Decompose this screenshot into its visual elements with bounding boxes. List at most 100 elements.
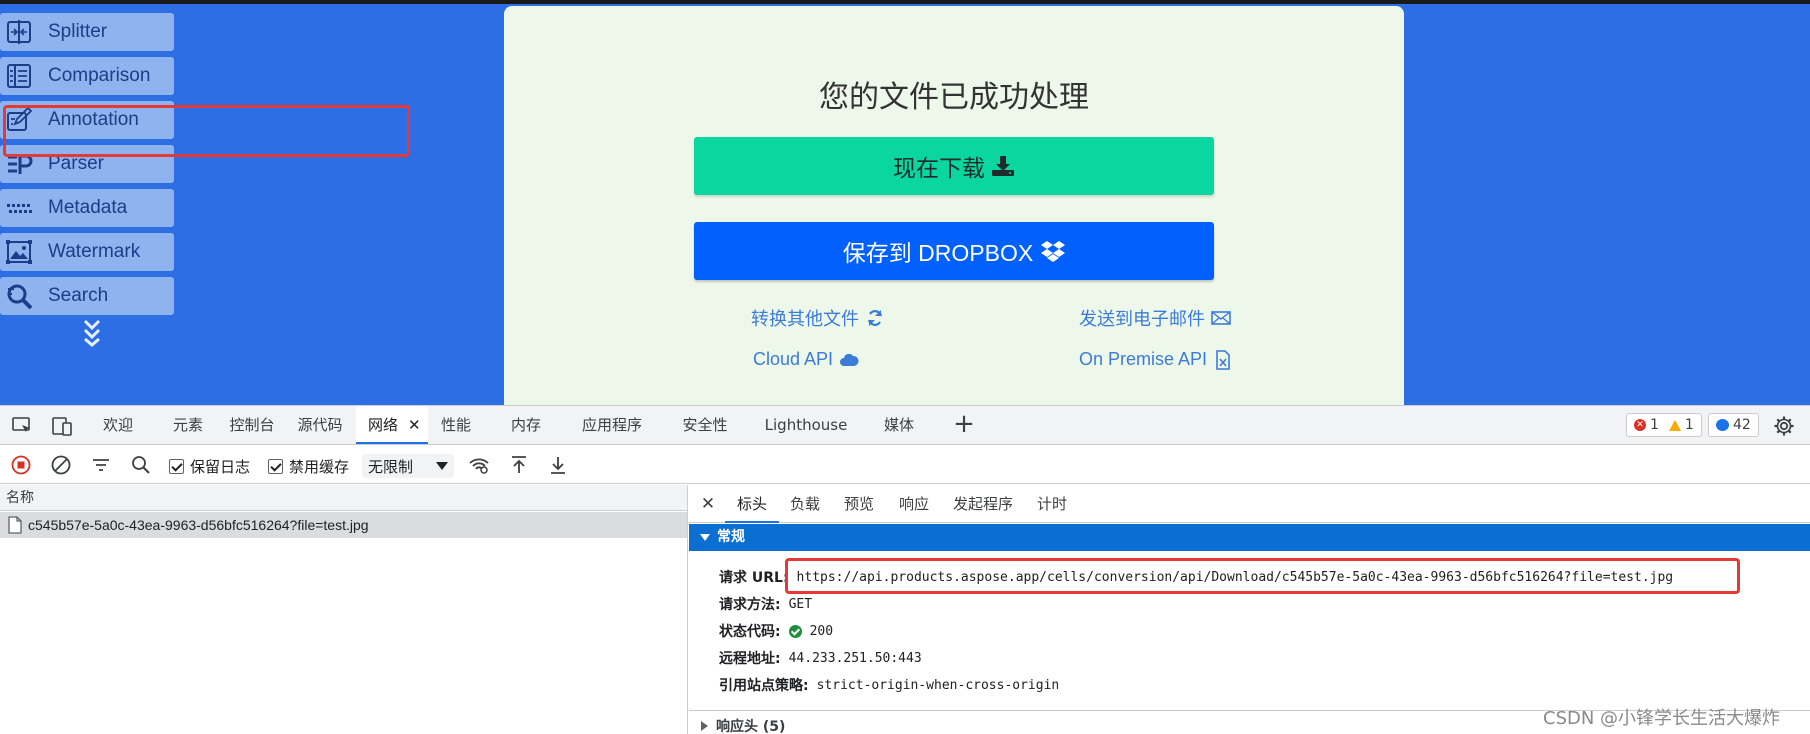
on-premise-api-link[interactable]: On Premise API	[1079, 349, 1233, 370]
message-icon	[1716, 419, 1729, 431]
envelope-icon	[1211, 311, 1231, 325]
cloud-api-link[interactable]: Cloud API	[753, 349, 859, 370]
nav-item-label: Search	[48, 285, 109, 306]
search-network-icon[interactable]	[129, 453, 153, 477]
triangle-right-icon	[701, 721, 708, 731]
request-name: c545b57e-5a0c-43ea-9963-d56bfc516264?fil…	[28, 517, 369, 533]
tab-console[interactable]: 控制台	[224, 406, 280, 444]
web-page: Splitter Comparison Annotation Parser Me…	[0, 4, 1810, 405]
success-title: 您的文件已成功处理	[819, 80, 1089, 115]
comparison-icon	[0, 57, 38, 95]
tab-lighthouse[interactable]: Lighthouse	[762, 406, 850, 444]
tab-welcome[interactable]: 欢迎	[96, 406, 140, 444]
cloud-icon	[840, 353, 859, 366]
tab-initiator[interactable]: 发起程序	[949, 485, 1017, 523]
filter-icon[interactable]	[89, 453, 113, 477]
nav-item-search[interactable]: Search	[0, 277, 174, 315]
message-counter[interactable]: 42	[1708, 413, 1759, 437]
disable-cache-label: 禁用缓存	[289, 458, 350, 476]
settings-gear-icon[interactable]	[1772, 414, 1796, 438]
general-section-header[interactable]: 常规	[689, 524, 1810, 551]
caret-down-icon	[436, 462, 448, 470]
tab-headers[interactable]: 标头	[725, 485, 779, 523]
referrer-policy-label: 引用站点策略:	[719, 678, 809, 694]
error-icon: ✕	[1634, 419, 1646, 431]
disable-cache-checkbox[interactable]: 禁用缓存	[268, 456, 349, 477]
nav-item-comparison[interactable]: Comparison	[0, 57, 174, 95]
device-toolbar-icon[interactable]	[50, 414, 74, 438]
nav-item-watermark[interactable]: Watermark	[0, 233, 174, 271]
devtools-tab-bar: 欢迎 元素 控制台 源代码 网络 ✕ 性能 内存 应用程序 安全性 Lightho…	[0, 406, 1810, 445]
on-premise-label: On Premise API	[1079, 349, 1208, 369]
tab-timing[interactable]: 计时	[1032, 485, 1072, 523]
tab-media[interactable]: 媒体	[878, 406, 920, 444]
add-tab-icon[interactable]: +	[952, 411, 976, 438]
throttle-select[interactable]: 无限制	[362, 454, 454, 478]
error-count: 1	[1650, 417, 1659, 433]
download-button-label: 现在下载	[893, 155, 985, 181]
double-chevron-down-icon[interactable]	[80, 317, 104, 347]
status-code-row: 状态代码: 200	[719, 621, 833, 641]
document-icon	[8, 516, 22, 534]
tab-network-label: 网络	[368, 416, 399, 434]
checkbox-checked[interactable]	[169, 459, 184, 474]
issue-counter[interactable]: ✕ 1 1	[1626, 413, 1702, 437]
request-list-pane: 名称 c545b57e-5a0c-43ea-9963-d56bfc516264?…	[0, 485, 688, 734]
status-code-value: 200	[809, 623, 834, 639]
record-stop-icon[interactable]	[9, 453, 33, 477]
excel-file-icon	[1216, 349, 1230, 370]
tab-memory[interactable]: 内存	[505, 406, 547, 444]
refresh-icon	[867, 310, 883, 326]
nav-item-label: Watermark	[48, 241, 141, 262]
tab-response[interactable]: 响应	[894, 485, 934, 523]
tab-application[interactable]: 应用程序	[578, 406, 646, 444]
save-to-dropbox-button[interactable]: 保存到 DROPBOX	[694, 222, 1214, 280]
download-now-button[interactable]: 现在下载	[694, 137, 1214, 195]
close-detail-icon[interactable]: ✕	[699, 494, 717, 514]
nav-item-label: Splitter	[48, 21, 108, 42]
response-headers-label: 响应头 (5)	[716, 719, 786, 734]
request-method-value: GET	[788, 596, 813, 612]
close-tab-icon[interactable]: ✕	[408, 416, 421, 434]
dropbox-button-label: 保存到 DROPBOX	[842, 240, 1034, 266]
download-icon	[992, 156, 1014, 176]
tab-sources[interactable]: 源代码	[292, 406, 348, 444]
highlight-box-url	[785, 558, 1740, 594]
preserve-log-label: 保留日志	[190, 458, 251, 476]
remote-address-label: 远程地址:	[719, 651, 781, 667]
watermark-icon	[0, 233, 38, 271]
request-url-label: 请求 URL:	[719, 570, 789, 586]
referrer-policy-value: strict-origin-when-cross-origin	[816, 677, 1060, 693]
status-code-label: 状态代码:	[719, 624, 781, 640]
preserve-log-checkbox[interactable]: 保留日志	[169, 456, 250, 477]
splitter-icon	[0, 13, 38, 51]
send-email-link[interactable]: 发送到电子邮件	[1079, 305, 1231, 331]
convert-other-label: 转换其他文件	[751, 309, 859, 329]
remote-address-row: 远程地址: 44.233.251.50:443	[719, 648, 922, 668]
throttle-value: 无限制	[368, 457, 414, 476]
metadata-icon	[0, 189, 38, 227]
tab-preview[interactable]: 预览	[839, 485, 879, 523]
checkbox-checked[interactable]	[268, 459, 283, 474]
export-har-icon[interactable]	[546, 453, 570, 477]
tab-elements[interactable]: 元素	[166, 406, 210, 444]
clear-icon[interactable]	[49, 453, 73, 477]
tab-payload[interactable]: 负载	[785, 485, 825, 523]
name-column-header[interactable]: 名称	[0, 485, 687, 511]
convert-other-link[interactable]: 转换其他文件	[751, 305, 885, 331]
tab-security[interactable]: 安全性	[676, 406, 734, 444]
tab-network[interactable]: 网络 ✕	[356, 406, 428, 444]
cloud-api-label: Cloud API	[753, 349, 834, 369]
import-har-icon[interactable]	[507, 453, 531, 477]
referrer-policy-row: 引用站点策略: strict-origin-when-cross-origin	[719, 675, 1059, 695]
response-headers-section[interactable]: 响应头 (5)	[701, 716, 785, 734]
request-row[interactable]: c545b57e-5a0c-43ea-9963-d56bfc516264?fil…	[0, 512, 687, 538]
highlight-box-request	[3, 105, 410, 157]
inspect-element-icon[interactable]	[10, 414, 34, 438]
tab-performance[interactable]: 性能	[436, 406, 476, 444]
request-method-label: 请求方法:	[719, 597, 781, 613]
nav-item-metadata[interactable]: Metadata	[0, 189, 174, 227]
send-email-label: 发送到电子邮件	[1079, 309, 1205, 329]
network-conditions-icon[interactable]	[467, 453, 491, 477]
nav-item-splitter[interactable]: Splitter	[0, 13, 174, 51]
